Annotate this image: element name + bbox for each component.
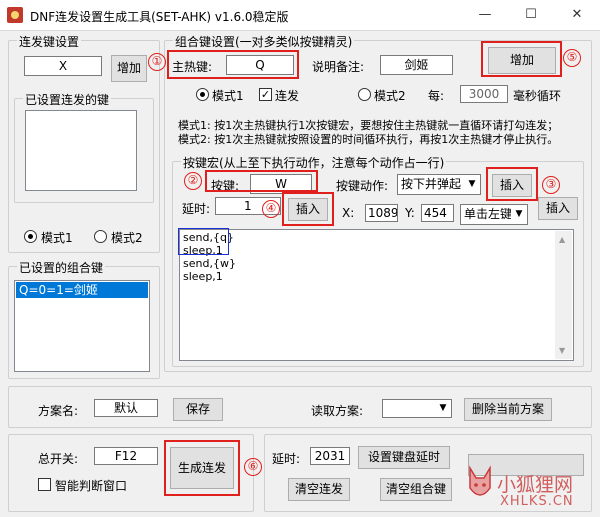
combo-mode1-radio[interactable] xyxy=(196,88,209,101)
rapid-key-group-title: 连发键设置 xyxy=(17,33,82,50)
y-label: Y: xyxy=(405,206,415,220)
annotation-number-5: ⑤ xyxy=(563,49,581,67)
scheme-name-label: 方案名: xyxy=(38,404,79,418)
configured-rapid-list[interactable] xyxy=(25,110,137,191)
script-line: sleep,1 xyxy=(183,270,223,283)
delete-scheme-button[interactable]: 删除当前方案 xyxy=(464,398,552,421)
note-label: 说明备注: xyxy=(312,60,365,74)
annotation-box-4 xyxy=(282,192,334,226)
annotation-box-2 xyxy=(205,170,318,192)
macro-script-textarea[interactable]: send,{q} sleep,1 send,{w} sleep,1 ▲ ▼ xyxy=(179,229,574,361)
combo-group-title: 组合键设置(一对多类似按键精灵) xyxy=(173,33,355,50)
rapid-checkbox[interactable]: ✓ xyxy=(259,88,272,101)
annotation-number-6: ⑥ xyxy=(244,458,262,476)
macro-group-title: 按键宏(从上至下执行动作，注意每个动作占一行) xyxy=(181,154,447,171)
combo-list-title: 已设置的组合键 xyxy=(17,259,106,276)
smart-window-label: 智能判断窗口 xyxy=(55,479,128,493)
y-coordinate-input[interactable]: 454 xyxy=(421,204,454,222)
scheme-name-input[interactable]: 默认 xyxy=(94,399,158,417)
annotation-box-5 xyxy=(481,41,562,77)
rapid-mode2-label: 模式2 xyxy=(111,231,143,245)
rapid-mode2-radio[interactable] xyxy=(94,230,107,243)
rapid-mode1-radio[interactable] xyxy=(24,230,37,243)
annotation-number-4: ④ xyxy=(262,200,280,218)
script-scrollbar[interactable]: ▲ ▼ xyxy=(555,231,572,359)
scroll-down-icon[interactable]: ▼ xyxy=(559,346,565,355)
mode2-description: 模式2: 按1次主热键就按照设置的时间循环执行，再按1次主热键才停止执行。 xyxy=(178,133,559,146)
title-bar: DNF连发设置生成工具(SET-AHK) v1.6.0稳定版 — ☐ ✕ xyxy=(0,0,600,31)
rapid-add-button[interactable]: 增加 xyxy=(111,55,147,82)
combo-mode2-radio[interactable] xyxy=(358,88,371,101)
save-scheme-button[interactable]: 保存 xyxy=(173,398,223,421)
clear-rapid-button[interactable]: 清空连发 xyxy=(288,478,350,501)
rapid-mode1-label: 模式1 xyxy=(41,231,73,245)
delay-label: 延时: xyxy=(182,202,211,216)
combo-listbox[interactable]: Q=0=1=剑姬 xyxy=(14,280,150,372)
chevron-down-icon: ▼ xyxy=(435,400,451,417)
annotation-box-6 xyxy=(164,440,240,496)
annotation-number-2: ② xyxy=(184,172,202,190)
combo-list-item[interactable]: Q=0=1=剑姬 xyxy=(16,282,148,298)
x-coordinate-input[interactable]: 1089 xyxy=(365,204,398,222)
every-label: 每: xyxy=(428,89,445,103)
read-scheme-select[interactable]: ▼ xyxy=(382,399,452,418)
x-label: X: xyxy=(342,206,355,220)
chevron-down-icon: ▼ xyxy=(511,205,527,224)
minimize-button[interactable]: — xyxy=(462,0,508,31)
read-scheme-label: 读取方案: xyxy=(311,404,364,418)
annotation-box-3 xyxy=(486,167,538,201)
combo-mode2-label: 模式2 xyxy=(374,89,406,103)
set-keyboard-delay-button[interactable]: 设置键盘延时 xyxy=(358,446,450,469)
close-button[interactable]: ✕ xyxy=(554,0,600,31)
configured-rapid-title: 已设置连发的键 xyxy=(23,91,112,108)
smart-window-checkbox[interactable] xyxy=(38,478,51,491)
fox-logo-icon xyxy=(469,465,491,496)
combo-mode1-label: 模式1 xyxy=(212,89,244,103)
maximize-button[interactable]: ☐ xyxy=(508,0,554,31)
master-switch-input[interactable]: F12 xyxy=(94,447,158,465)
global-delay-label: 延时: xyxy=(272,452,301,466)
rapid-checkbox-label: 连发 xyxy=(275,89,300,103)
annotation-box-1 xyxy=(167,50,299,79)
watermark-en: XHLKS.CN xyxy=(500,494,574,509)
insert-click-button[interactable]: 插入 xyxy=(538,197,578,220)
interval-unit-label: 毫秒循环 xyxy=(513,89,562,103)
scroll-up-icon[interactable]: ▲ xyxy=(559,235,565,244)
click-type-value: 单击左键 xyxy=(464,207,513,221)
key-action-label: 按键动作: xyxy=(336,179,389,193)
rapid-key-input[interactable]: X xyxy=(24,56,102,76)
script-line: send,{w} xyxy=(183,257,236,270)
clear-combo-button[interactable]: 清空组合键 xyxy=(380,478,452,501)
window-title: DNF连发设置生成工具(SET-AHK) v1.6.0稳定版 xyxy=(30,10,289,24)
key-action-select[interactable]: 按下并弹起 ▼ xyxy=(397,174,481,195)
global-delay-input[interactable]: 2031 xyxy=(310,447,350,465)
annotation-number-3: ③ xyxy=(542,176,560,194)
app-icon xyxy=(7,7,23,23)
key-action-value: 按下并弹起 xyxy=(401,177,462,191)
annotation-number-1: ① xyxy=(148,53,166,71)
chevron-down-icon: ▼ xyxy=(464,175,480,194)
interval-input[interactable]: 3000 xyxy=(460,85,508,103)
annotation-blue-box xyxy=(178,228,229,255)
master-switch-label: 总开关: xyxy=(38,452,79,466)
watermark-cn: 小狐狸网 xyxy=(497,474,574,496)
note-input[interactable]: 剑姬 xyxy=(380,55,453,75)
click-type-select[interactable]: 单击左键 ▼ xyxy=(460,204,528,225)
